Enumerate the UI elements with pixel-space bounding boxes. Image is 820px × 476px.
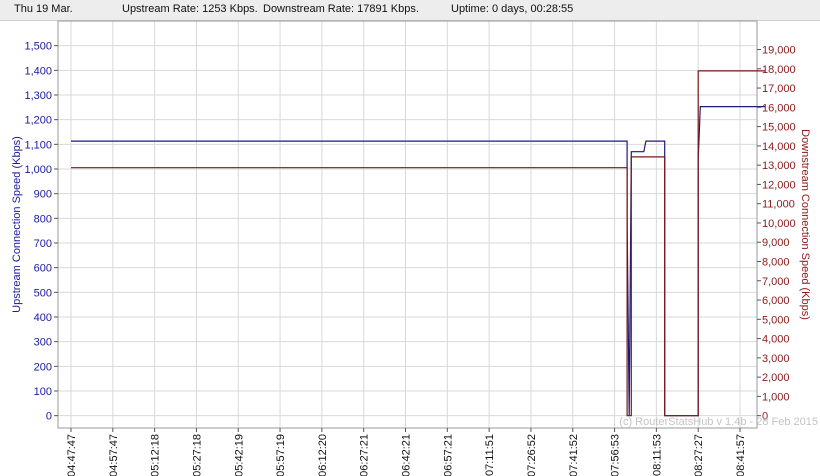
x-tick-label: 06:42:21 bbox=[401, 434, 413, 476]
x-tick-label: 04:47:47 bbox=[66, 434, 78, 476]
upstream-series-line bbox=[71, 105, 766, 417]
speed-chart: 0 100 200 300 400 500 600 700 800 900 1,000 1,100 1,… bbox=[11, 20, 818, 476]
right-tick-label: 17,000 bbox=[762, 83, 796, 95]
x-tick-label: 08:11:53 bbox=[651, 434, 663, 476]
right-tick-label: 2,000 bbox=[762, 372, 790, 384]
right-tick-label: 7,000 bbox=[762, 276, 790, 288]
right-tick-label: 10,000 bbox=[762, 218, 796, 230]
right-tick-label: 3,000 bbox=[762, 353, 790, 365]
left-axis: 0 100 200 300 400 500 600 700 800 900 1,000 1,100 1,… bbox=[24, 41, 58, 423]
x-tick-label: 07:11:51 bbox=[484, 434, 496, 476]
right-axis: 01,0002,0003,0004,0005,0006,0007,0008,00… bbox=[757, 45, 796, 423]
left-tick-label: 200 bbox=[34, 361, 52, 373]
x-tick-label: 04:57:47 bbox=[108, 434, 120, 476]
left-tick-label: 1,400 bbox=[24, 65, 52, 77]
x-tick-label: 08:41:57 bbox=[735, 434, 747, 476]
right-tick-label: 16,000 bbox=[762, 102, 796, 114]
x-tick-label: 05:12:18 bbox=[150, 434, 162, 476]
grid bbox=[58, 21, 757, 428]
x-tick-label: 07:56:53 bbox=[610, 434, 622, 476]
right-tick-label: 14,000 bbox=[762, 141, 796, 153]
x-tick-label: 05:42:19 bbox=[233, 434, 245, 476]
left-tick-label: 1,200 bbox=[24, 115, 52, 127]
x-axis: 04:47:47 04:57:47 05:12:18 05:27:18 05:42:19… bbox=[66, 428, 747, 476]
left-tick-label: 0 bbox=[46, 411, 52, 423]
left-tick-label: 100 bbox=[34, 386, 52, 398]
left-tick-label: 800 bbox=[34, 213, 52, 225]
x-tick-label: 07:41:52 bbox=[568, 434, 580, 476]
right-tick-label: 19,000 bbox=[762, 45, 796, 57]
right-axis-title: Downstream Connection Speed (Kbps) bbox=[799, 129, 811, 320]
right-tick-label: 15,000 bbox=[762, 122, 796, 134]
plot-border bbox=[57, 20, 758, 429]
left-tick-label: 500 bbox=[34, 287, 52, 299]
right-tick-label: 6,000 bbox=[762, 295, 790, 307]
right-tick-label: 9,000 bbox=[762, 237, 790, 249]
x-tick-label: 06:12:20 bbox=[317, 434, 329, 476]
left-tick-label: 1,100 bbox=[24, 139, 52, 151]
right-tick-label: 13,000 bbox=[762, 160, 796, 172]
right-tick-label: 8,000 bbox=[762, 257, 790, 269]
right-tick-label: 5,000 bbox=[762, 314, 790, 326]
x-tick-label: 06:27:21 bbox=[359, 434, 371, 476]
right-tick-label: 18,000 bbox=[762, 64, 796, 76]
x-tick-label: 06:57:21 bbox=[442, 434, 454, 476]
left-tick-label: 1,000 bbox=[24, 164, 52, 176]
left-tick-label: 900 bbox=[34, 189, 52, 201]
router-stats-window: Thu 19 Mar. Upstream Rate: 1253 Kbps. Do… bbox=[0, 0, 820, 476]
left-tick-label: 700 bbox=[34, 238, 52, 250]
left-tick-label: 600 bbox=[34, 263, 52, 275]
right-tick-label: 12,000 bbox=[762, 179, 796, 191]
left-tick-label: 1,500 bbox=[24, 41, 52, 53]
x-tick-label: 05:57:19 bbox=[275, 434, 287, 476]
left-tick-label: 1,300 bbox=[24, 90, 52, 102]
right-tick-label: 1,000 bbox=[762, 391, 790, 403]
watermark: (c) RouterStatsHub v 1.4b - 28 Feb 2015 bbox=[619, 416, 818, 428]
left-axis-title: Upstream Connection Speed (Kbps) bbox=[11, 136, 23, 313]
right-tick-label: 4,000 bbox=[762, 334, 790, 346]
x-tick-label: 07:26:52 bbox=[526, 434, 538, 476]
right-tick-label: 11,000 bbox=[762, 199, 795, 211]
x-tick-label: 08:27:27 bbox=[693, 434, 705, 476]
x-tick-label: 05:27:18 bbox=[191, 434, 203, 476]
left-tick-label: 300 bbox=[34, 337, 52, 349]
left-tick-label: 400 bbox=[34, 312, 52, 324]
